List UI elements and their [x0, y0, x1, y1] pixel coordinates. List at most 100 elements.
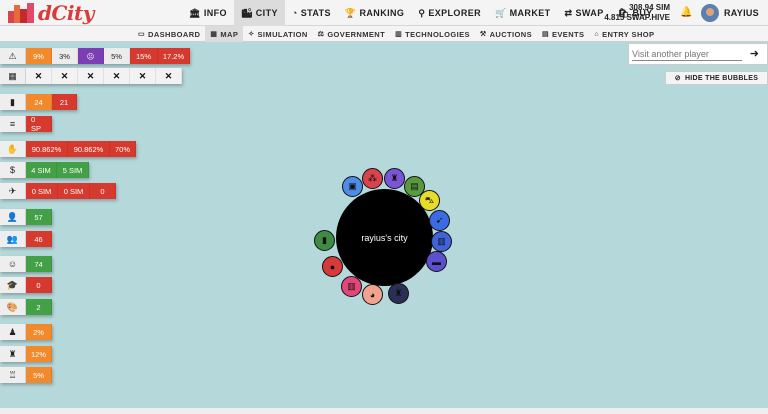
bell-icon[interactable]: 🔔: [680, 7, 692, 18]
tab-government[interactable]: ⚖ GOVERNMENT: [313, 26, 390, 42]
city-name: rayius's city: [361, 232, 408, 243]
city-subnav: ▭ DASHBOARD ▦ MAP ✧ SIMULATION ⚖ GOVERNMENT …: [133, 26, 659, 42]
close-icon[interactable]: ✕: [104, 68, 130, 84]
nav-ranking[interactable]: 🏆 RANKING: [338, 0, 411, 26]
tab-auctions[interactable]: ⚒ AUCTIONS: [475, 26, 537, 42]
stat-value[interactable]: 5%: [26, 367, 52, 383]
dcity-logo[interactable]: dCity: [8, 1, 94, 25]
nav-explorer[interactable]: ⚲ EXPLORER: [411, 0, 488, 26]
stat-value[interactable]: 46: [26, 231, 52, 247]
stat-value[interactable]: 3%: [52, 48, 78, 64]
stat-value[interactable]: 0 SP: [26, 115, 52, 133]
rocket-icon[interactable]: ➹: [429, 210, 450, 231]
bus-icon[interactable]: ▥: [431, 231, 452, 252]
stat-value[interactable]: 12%: [26, 346, 52, 362]
cart-icon: 🛒: [495, 7, 507, 18]
stat-value[interactable]: 2%: [26, 324, 52, 340]
top-navbar: dCity 🏛 INFO 🏙 CITY ◔ STATS 🏆 RANKING ⚲ EXPLO…: [0, 0, 768, 26]
tab-entry-shop[interactable]: ⌂ ENTRY SHOP: [589, 26, 659, 42]
tab-technologies[interactable]: ▥ TECHNOLOGIES: [390, 26, 475, 42]
gavel-icon: ⚒: [479, 31, 487, 38]
building-icon[interactable]: ▮: [314, 230, 335, 251]
tab-map[interactable]: ▦ MAP: [205, 26, 244, 42]
stat-value[interactable]: 0 SIM: [26, 183, 58, 199]
close-icon[interactable]: ✕: [52, 68, 78, 84]
building-icon: ▮: [0, 94, 26, 110]
visit-player-input[interactable]: [632, 47, 742, 61]
id-card-icon[interactable]: ▣: [342, 176, 363, 197]
events-icon: ▤: [541, 31, 549, 38]
car-icon[interactable]: ⛍: [419, 190, 440, 211]
stat-value[interactable]: 2: [26, 299, 52, 315]
close-icon[interactable]: ✕: [78, 68, 104, 84]
frown-icon[interactable]: ☹: [78, 48, 104, 64]
stat-row-sp: ≡ 0 SP: [0, 115, 52, 133]
avatar[interactable]: [701, 4, 719, 22]
stat-value[interactable]: 0: [26, 277, 52, 293]
worker-icon[interactable]: ♜: [384, 168, 405, 189]
city-circle[interactable]: rayius's city: [336, 189, 433, 286]
stat-value[interactable]: 15%: [130, 48, 158, 64]
stat-value[interactable]: 24: [26, 94, 52, 110]
sparkle-icon: ✧: [248, 31, 255, 38]
stat-row-calendar: ▦ ✕ ✕ ✕ ✕ ✕ ✕: [0, 68, 182, 84]
stat-value[interactable]: 70%: [110, 141, 136, 157]
shop-icon: ⌂: [594, 30, 600, 38]
calendar-icon: ▦: [0, 68, 26, 84]
nav-market[interactable]: 🛒 MARKET: [488, 0, 558, 26]
map-icon: ▦: [210, 31, 218, 38]
stat-value[interactable]: 4 SIM: [26, 162, 57, 178]
stat-row-workers: 👥 46: [0, 231, 52, 247]
stat-value[interactable]: 0 SIM: [58, 183, 90, 199]
dashboard-icon: ▭: [138, 31, 146, 38]
tab-events[interactable]: ▤ EVENTS: [537, 26, 589, 42]
nav-stats[interactable]: ◔ STATS: [285, 0, 338, 26]
close-icon[interactable]: ✕: [156, 68, 182, 84]
users-icon: 👥: [0, 231, 26, 247]
map-pin-icon[interactable]: ●: [322, 256, 343, 277]
username[interactable]: RAYIUS: [724, 8, 759, 18]
bus-icon[interactable]: ▥: [341, 276, 362, 297]
close-icon[interactable]: ✕: [26, 68, 52, 84]
stat-value[interactable]: 57: [26, 209, 52, 225]
nav-info[interactable]: 🏛 INFO: [182, 0, 234, 26]
search-icon: ⚲: [418, 7, 426, 18]
balance-scale-icon: ⚖: [317, 31, 325, 38]
hand-coin-icon: ✋: [0, 141, 26, 157]
eye-slash-icon: ⊘: [674, 75, 681, 82]
stat-value[interactable]: 74: [26, 256, 52, 272]
tab-simulation[interactable]: ✧ SIMULATION: [243, 26, 312, 42]
warning-icon: ⚠: [0, 48, 26, 64]
stat-row-happiness: ☺ 74: [0, 256, 52, 272]
stat-row-income: $ 4 SIM 5 SIM: [0, 162, 89, 178]
hive-balance: 4.815 SWAP.HIVE: [604, 13, 670, 22]
tech-icon: ▥: [395, 31, 403, 38]
wallet-balance: 308.94 SIM 4.815 SWAP.HIVE: [598, 3, 670, 23]
worker-icon[interactable]: ♜: [388, 283, 409, 304]
hide-bubbles-button[interactable]: ⊘ HIDE THE BUBBLES: [665, 71, 768, 85]
briefcase-icon[interactable]: ▬: [426, 251, 447, 272]
stat-row-crime: ♟ 2%: [0, 324, 52, 340]
stat-value[interactable]: 5%: [104, 48, 130, 64]
palette-icon[interactable]: ◕: [362, 284, 383, 305]
stat-row-pollution: ♖ 5%: [0, 367, 52, 383]
stat-value[interactable]: 0: [90, 183, 116, 199]
stat-value[interactable]: 5 SIM: [57, 162, 89, 178]
network-icon[interactable]: ⁂: [362, 168, 383, 189]
close-icon[interactable]: ✕: [130, 68, 156, 84]
main-nav: 🏛 INFO 🏙 CITY ◔ STATS 🏆 RANKING ⚲ EXPLORER 🛒 M…: [182, 0, 660, 26]
stat-value[interactable]: 17.2%: [158, 48, 190, 64]
tab-dashboard[interactable]: ▭ DASHBOARD: [133, 26, 205, 42]
coins-icon: ≡: [0, 116, 26, 132]
stat-value[interactable]: 9%: [26, 48, 52, 64]
nav-city[interactable]: 🏙 CITY: [233, 0, 285, 26]
stat-row-income-pct: ✋ 90.862% 90.862% 70%: [0, 141, 136, 157]
stat-value[interactable]: 90.862%: [26, 141, 68, 157]
worker-icon: ♜: [0, 346, 26, 362]
bottom-footer-strip: [0, 408, 768, 414]
arrow-right-icon[interactable]: ➜: [750, 47, 759, 60]
palette-icon: 🎨: [0, 299, 26, 315]
stat-value[interactable]: 90.862%: [68, 141, 110, 157]
stat-value[interactable]: 21: [52, 94, 77, 110]
trophy-icon: 🏆: [344, 7, 357, 18]
